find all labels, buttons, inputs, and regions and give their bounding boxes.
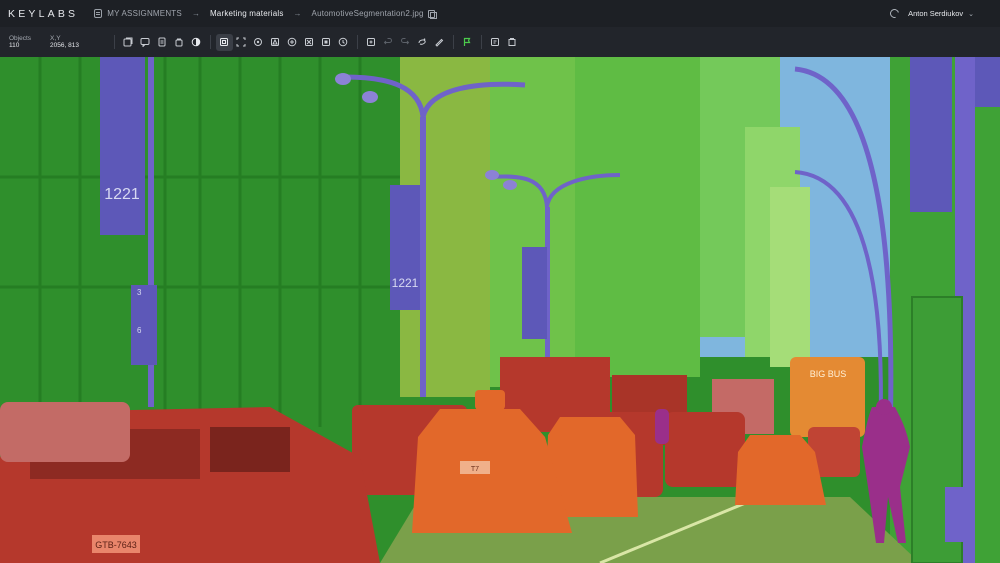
taxi-plate: T7	[471, 466, 479, 473]
taxi-plate-left: GTB-7643	[95, 540, 137, 550]
pole	[420, 117, 426, 397]
assignments-icon	[94, 9, 103, 18]
magic-icon[interactable]	[414, 34, 431, 51]
banner-left	[100, 57, 145, 235]
breadcrumb-file: AutomotiveSegmentation2.jpg	[311, 9, 424, 18]
banner-left-number: 1221	[104, 186, 140, 203]
banner-mid-number: 1221	[392, 276, 419, 290]
toolbar-divider	[113, 35, 115, 49]
banner-mid	[390, 185, 420, 310]
breadcrumb-my-assignments[interactable]: MY ASSIGNMENTS	[107, 9, 182, 18]
vehicle	[0, 402, 130, 462]
annotation-canvas[interactable]: 1221 1221 3 6 BIG BUS T7 GTB-7643	[0, 57, 1000, 563]
box-tool-icon[interactable]	[215, 33, 233, 51]
xy-value: 2056, 813	[50, 42, 79, 49]
cursor-coordinates: X,Y 2056, 813	[50, 35, 79, 50]
contrast-icon[interactable]	[188, 34, 205, 51]
breadcrumb-project[interactable]: Marketing materials	[210, 9, 284, 18]
grid-icon[interactable]	[284, 34, 301, 51]
app-logo[interactable]: KEYLABS	[8, 8, 78, 20]
banner-right-2	[975, 57, 1000, 107]
copy-icon[interactable]	[427, 9, 437, 19]
theme-toggle-icon[interactable]	[888, 7, 901, 20]
building-region	[770, 187, 810, 367]
street-lamp	[335, 73, 351, 85]
select-icon[interactable]	[120, 34, 137, 51]
toolbar-divider	[452, 35, 454, 49]
flag-icon[interactable]	[459, 34, 476, 51]
user-menu[interactable]: Anton Serdiukov ⌄	[888, 7, 974, 20]
street-lamp	[503, 180, 517, 190]
street-sign-number: 3	[137, 288, 142, 297]
move-icon[interactable]	[233, 34, 250, 51]
breadcrumb: MY ASSIGNMENTS → Marketing materials → A…	[88, 9, 437, 19]
target-icon[interactable]	[250, 34, 267, 51]
building-region	[560, 57, 700, 377]
brush-icon[interactable]	[431, 34, 448, 51]
top-header: KEYLABS MY ASSIGNMENTS → Marketing mater…	[0, 0, 1000, 27]
xy-label: X,Y	[50, 34, 61, 42]
document-icon[interactable]	[154, 34, 171, 51]
objects-value: 110	[9, 42, 20, 49]
person-head	[876, 399, 892, 415]
save-icon[interactable]	[504, 34, 521, 51]
undo-icon[interactable]	[380, 34, 397, 51]
time-icon[interactable]	[335, 34, 352, 51]
segmentation-overlay[interactable]: 1221 1221 3 6 BIG BUS T7 GTB-7643	[0, 57, 1000, 563]
objects-count: Objects 110	[9, 35, 31, 50]
zoom-fit-icon[interactable]	[363, 34, 380, 51]
street-lamp	[362, 91, 378, 103]
toolbar-divider	[356, 35, 358, 49]
chevron-down-icon: ⌄	[968, 10, 974, 18]
breadcrumb-arrow-icon: →	[191, 9, 200, 18]
bus-sign: BIG BUS	[810, 369, 847, 379]
banner-mid-2	[522, 247, 547, 339]
street-sign	[131, 285, 157, 365]
user-name: Anton Serdiukov	[908, 9, 964, 18]
comment-icon[interactable]	[137, 34, 154, 51]
toolbar-divider	[209, 35, 211, 49]
vehicle	[665, 412, 745, 487]
breadcrumb-arrow-icon: →	[293, 9, 302, 18]
street-lamp	[485, 170, 499, 180]
export-icon[interactable]	[487, 34, 504, 51]
trash-bin	[945, 487, 967, 542]
redo-icon[interactable]	[397, 34, 414, 51]
street-sign-number-2: 6	[137, 326, 142, 335]
banner-right	[910, 57, 952, 212]
person	[655, 409, 669, 444]
objects-label: Objects	[9, 34, 32, 42]
mask-icon[interactable]	[318, 34, 335, 51]
keypoint-icon[interactable]	[301, 34, 318, 51]
taxi-sign	[475, 390, 505, 410]
annotation-toolbar: Objects 110 X,Y 2056, 813	[0, 27, 1000, 57]
polygon-icon[interactable]	[267, 34, 284, 51]
toolbar-divider	[480, 35, 482, 49]
suv-window	[210, 427, 290, 472]
bag-icon[interactable]	[171, 34, 188, 51]
